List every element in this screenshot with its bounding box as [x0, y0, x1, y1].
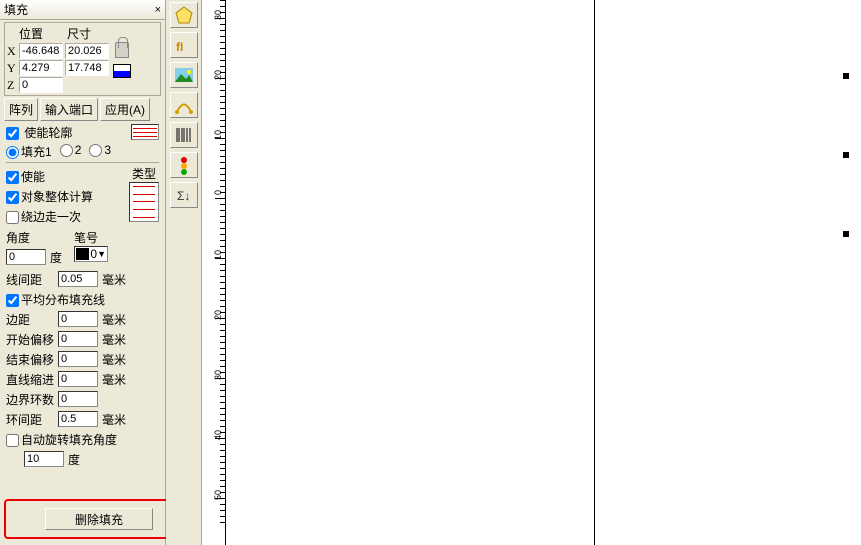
ruler-label: 20: [213, 70, 223, 80]
ruler-label: 0: [213, 190, 223, 195]
width-input[interactable]: [65, 43, 109, 59]
svg-text:fI: fI: [176, 40, 183, 54]
z-input[interactable]: [19, 77, 63, 93]
measure-tool-icon[interactable]: Σ↓: [170, 182, 198, 208]
pen-label: 笔号: [74, 229, 108, 246]
ring-count-label: 边界环数: [6, 391, 58, 408]
vertical-ruler: 30 20 10 0 10 20 30 40 50: [202, 0, 226, 545]
handle-mid-left[interactable]: [843, 152, 849, 158]
ruler-label: 30: [213, 10, 223, 20]
start-offset-label: 开始偏移: [6, 331, 58, 348]
fill2-radio[interactable]: [60, 144, 73, 157]
hatch-type-icon[interactable]: [129, 182, 159, 222]
ruler-label: 30: [213, 370, 223, 380]
fill-layer-radios: 填充1 2 3: [6, 143, 159, 160]
text-tool-icon[interactable]: fI: [170, 32, 198, 58]
polygon-tool-icon[interactable]: [170, 2, 198, 28]
type-label: 类型: [129, 165, 159, 182]
angle-label: 角度: [6, 229, 62, 246]
around-edge-checkbox[interactable]: [6, 211, 19, 224]
ring-spacing-input[interactable]: [58, 411, 98, 427]
line-spacing-label: 线间距: [6, 271, 58, 288]
fill3-radio[interactable]: [89, 144, 102, 157]
vector-tool-icon[interactable]: [170, 92, 198, 118]
y-label: Y: [7, 61, 19, 76]
ruler-label: 10: [213, 130, 223, 140]
ruler-label: 50: [213, 490, 223, 500]
size-header: 尺寸: [57, 25, 101, 42]
pen-selector[interactable]: 0 ▼: [74, 246, 108, 262]
x-label: X: [7, 44, 19, 59]
outline-pattern-icon[interactable]: [131, 124, 159, 140]
enable-checkbox[interactable]: [6, 171, 19, 184]
array-button[interactable]: 阵列: [4, 98, 38, 121]
end-offset-input[interactable]: [58, 351, 98, 367]
ring-spacing-label: 环间距: [6, 411, 58, 428]
panel-titlebar: 填充 ×: [0, 0, 165, 20]
tool-palette: fI Σ↓: [166, 0, 202, 545]
rotate-angle-input[interactable]: [24, 451, 64, 467]
auto-rotate-checkbox[interactable]: [6, 434, 19, 447]
traffic-light-icon[interactable]: [170, 152, 198, 178]
image-tool-icon[interactable]: [170, 62, 198, 88]
edge-dist-label: 边距: [6, 311, 58, 328]
avg-distribute-checkbox[interactable]: [6, 294, 19, 307]
selection-bounds[interactable]: ✕: [846, 76, 861, 234]
enable-outline-checkbox[interactable]: [6, 127, 19, 140]
fill1-radio[interactable]: [6, 146, 19, 159]
enable-outline-label[interactable]: 使能轮廓: [6, 124, 72, 141]
ruler-label: 40: [213, 430, 223, 440]
panel-close-icon[interactable]: ×: [155, 0, 165, 20]
z-label: Z: [7, 78, 19, 93]
handle-top-left[interactable]: [843, 73, 849, 79]
height-input[interactable]: [65, 60, 109, 76]
line-spacing-input[interactable]: [58, 271, 98, 287]
ruler-label: 20: [213, 310, 223, 320]
fill-panel: 填充 × 位置 尺寸 X Y Z: [0, 0, 166, 545]
pen-color-icon: [76, 248, 89, 260]
y-input[interactable]: [19, 60, 63, 76]
page-edge-line: [594, 0, 595, 545]
panel-title-text: 填充: [4, 0, 28, 20]
start-offset-input[interactable]: [58, 331, 98, 347]
end-offset-label: 结束偏移: [6, 351, 58, 368]
indent-input[interactable]: [58, 371, 98, 387]
indent-label: 直线缩进: [6, 371, 58, 388]
svg-text:Σ↓: Σ↓: [177, 189, 190, 203]
ring-count-input[interactable]: [58, 391, 98, 407]
delete-fill-button[interactable]: 删除填充: [45, 508, 153, 530]
whole-object-checkbox[interactable]: [6, 191, 19, 204]
chevron-down-icon: ▼: [97, 249, 107, 259]
barcode-tool-icon[interactable]: [170, 122, 198, 148]
ruler-label: 10: [213, 250, 223, 260]
canvas-area[interactable]: ✕ 沪: [226, 0, 861, 545]
position-size-box: 位置 尺寸 X Y Z: [4, 22, 161, 96]
apply-button[interactable]: 应用(A): [100, 98, 150, 121]
handle-bot-left[interactable]: [843, 231, 849, 237]
lock-icon[interactable]: [115, 42, 129, 58]
color-swatch-icon[interactable]: [113, 64, 131, 78]
angle-input[interactable]: [6, 249, 46, 265]
input-port-button[interactable]: 输入端口: [40, 98, 98, 121]
edge-dist-input[interactable]: [58, 311, 98, 327]
position-header: 位置: [7, 25, 55, 42]
x-input[interactable]: [19, 43, 63, 59]
